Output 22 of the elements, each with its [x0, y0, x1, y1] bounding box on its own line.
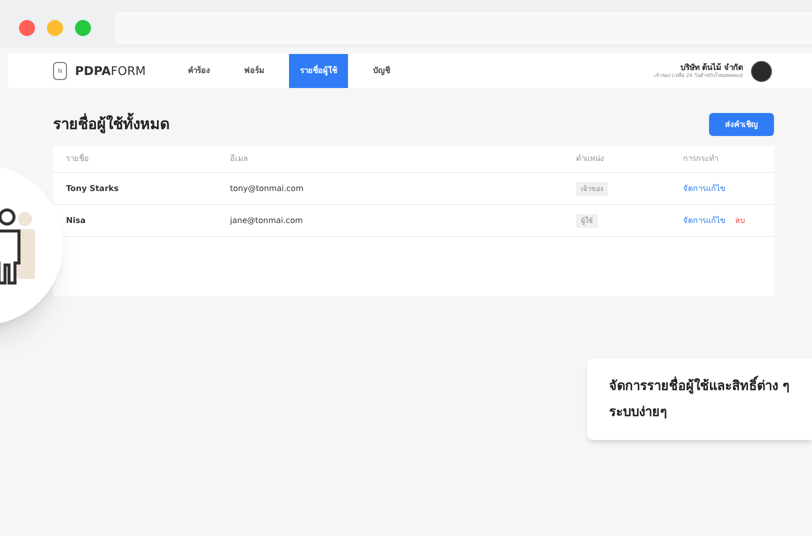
- column-header: รายชื่อ: [66, 153, 90, 165]
- action-link[interactable]: ลบ: [735, 214, 745, 226]
- callout-text: ระบบง่ายๆ: [609, 404, 668, 422]
- column-header: อีเมล: [230, 153, 249, 165]
- nav-tab[interactable]: ฟอร์ม: [233, 54, 275, 88]
- logo-text: PDPAFORM: [75, 63, 146, 80]
- table-cell: Nisa: [66, 214, 86, 226]
- callout-text: จัดการรายชื่อผู้ใช้และสิทธิ์ต่าง ๆ: [609, 377, 812, 396]
- invite-button[interactable]: ส่งคำเชิญ: [709, 113, 774, 136]
- nav-tab[interactable]: บัญชี: [362, 54, 401, 88]
- page-title: รายชื่อผู้ใช้ทั้งหมด: [53, 113, 170, 136]
- avatar-icon[interactable]: [751, 60, 772, 82]
- table-cell-text: tony@tonmai.com: [230, 182, 304, 194]
- table-cell: Tony Starks: [66, 182, 119, 194]
- action-link[interactable]: จัดการแก้ไข: [683, 182, 725, 194]
- table-cell-text: jane@tonmai.com: [230, 214, 304, 226]
- column-header: ตำแหน่ง: [576, 153, 605, 165]
- action-link[interactable]: จัดการแก้ไข: [683, 214, 725, 226]
- nav-tab[interactable]: รายชื่อผู้ใช้: [289, 54, 348, 88]
- column-header: การกระทำ: [683, 153, 719, 165]
- nav-tab[interactable]: คำร้อง: [177, 54, 221, 88]
- company-name: บริษัท ต้นไม้ จำกัด: [680, 62, 743, 72]
